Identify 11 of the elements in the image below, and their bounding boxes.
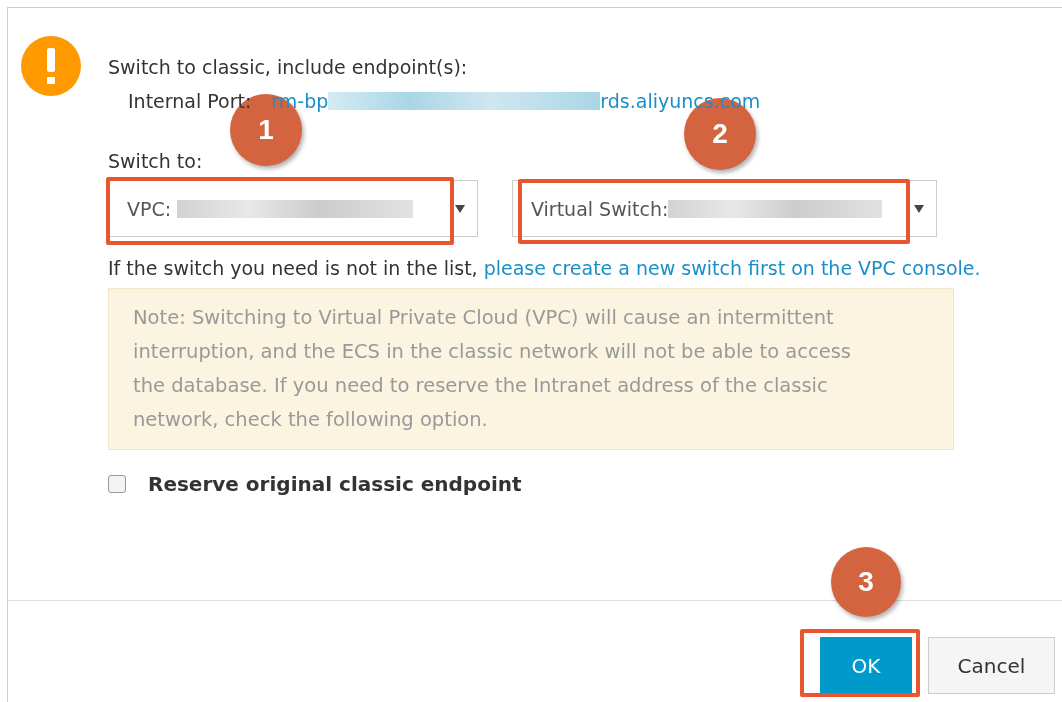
ok-button[interactable]: OK: [820, 637, 912, 694]
help-text: If the switch you need is not in the list, please create a new switch first on the VPC console.: [108, 257, 981, 279]
switch-to-label: Switch to:: [108, 150, 204, 172]
step-badge: 3: [831, 547, 901, 617]
dialog-message: Switch to classic, include endpoint(s):: [108, 56, 469, 78]
note-box: Note: Switching to Virtual Private Cloud (VPC) will cause an intermittent interruption, and the ECS in the classic network will not be able to access the database. If you need to reserve the Intranet address of the classic network, check the following option.: [108, 288, 954, 450]
create-switch-link[interactable]: please create a new switch first on the VPC console.: [483, 257, 981, 279]
dropdown-select[interactable]: Virtual Switch:: [512, 180, 937, 237]
checkbox-label: Reserve original classic endpoint: [148, 472, 522, 496]
cancel-button[interactable]: Cancel: [928, 637, 1055, 694]
dropdown-select[interactable]: VPC:: [108, 180, 478, 237]
